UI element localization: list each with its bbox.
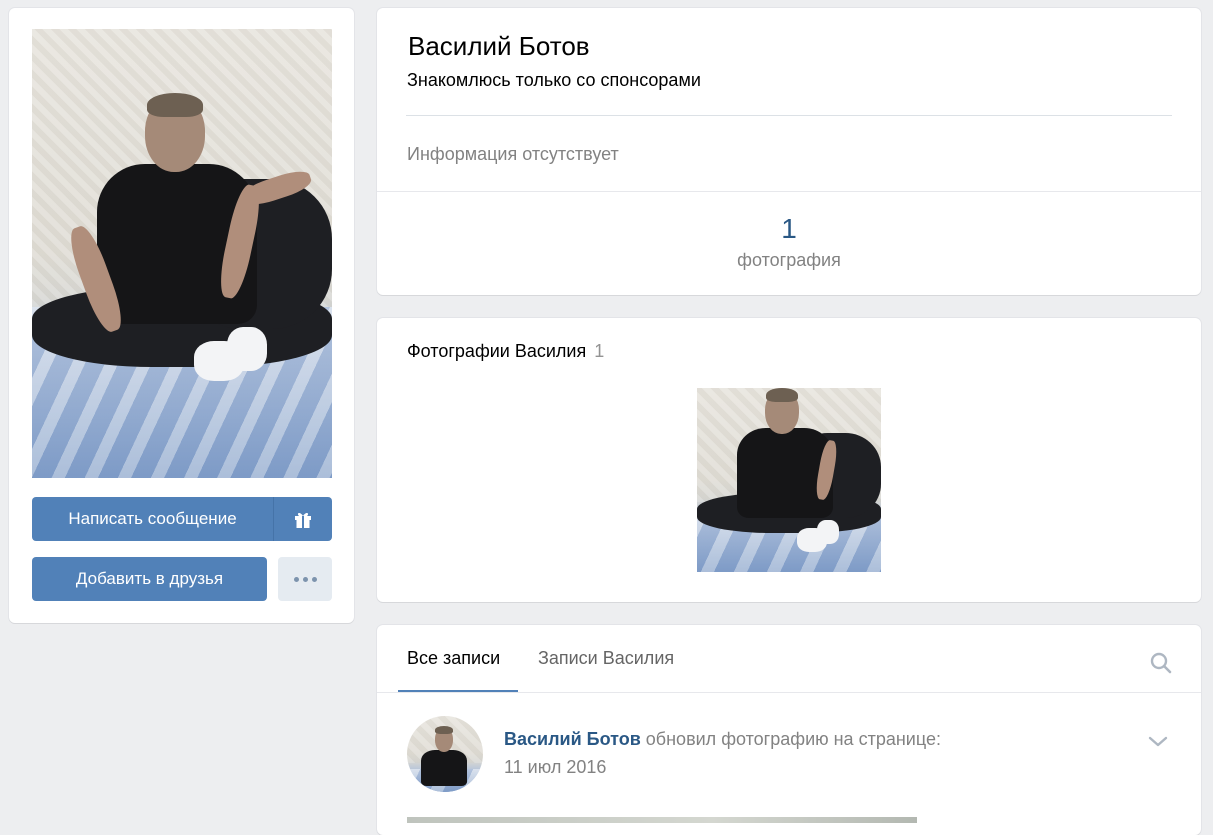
profile-status: Знакомлюсь только со спонсорами <box>407 70 701 90</box>
photos-card: Фотографии Василия 1 <box>377 318 1201 602</box>
divider <box>377 191 1201 192</box>
profile-info-card: Василий Ботов Знакомлюсь только со спонс… <box>377 8 1201 295</box>
more-dots-icon <box>293 576 317 582</box>
tab-all-posts[interactable]: Все записи <box>407 648 500 669</box>
profile-photo[interactable] <box>32 29 332 478</box>
send-message-button[interactable]: Написать сообщение <box>32 497 273 541</box>
more-actions-button[interactable] <box>278 557 332 601</box>
wall-card: Все записи Записи Василия Василий Ботов … <box>377 625 1201 835</box>
tab-owner-posts[interactable]: Записи Василия <box>538 648 674 669</box>
divider <box>406 115 1172 116</box>
photos-counter[interactable]: 1 фотография <box>377 213 1201 275</box>
avatar[interactable] <box>407 716 483 792</box>
send-message-label: Написать сообщение <box>68 509 237 528</box>
profile-info-text: Информация отсутствует <box>407 144 619 164</box>
photos-counter-value: 1 <box>781 213 797 244</box>
post-photo-preview[interactable] <box>407 817 917 823</box>
post-header: Василий Ботов обновил фотографию на стра… <box>504 729 941 750</box>
profile-name: Василий Ботов <box>408 31 590 61</box>
photos-counter-label: фотография <box>737 250 841 270</box>
gift-icon <box>295 512 311 528</box>
photos-title: Фотографии Василия <box>407 341 587 361</box>
post-date[interactable]: 11 июл 2016 <box>504 757 606 778</box>
photos-count: 1 <box>594 341 605 361</box>
photo-thumbnail[interactable] <box>697 388 881 572</box>
add-friend-button[interactable]: Добавить в друзья <box>32 557 267 601</box>
add-friend-label: Добавить в друзья <box>75 569 224 588</box>
chevron-down-icon[interactable] <box>1147 733 1169 749</box>
post-author-link[interactable]: Василий Ботов <box>504 729 641 749</box>
profile-photo-card: Написать сообщение Добавить в друзья <box>9 8 354 623</box>
send-gift-button[interactable] <box>274 497 332 541</box>
post-action-text: обновил фотографию на странице: <box>645 729 941 749</box>
divider <box>377 692 1201 693</box>
photos-header[interactable]: Фотографии Василия 1 <box>407 341 604 362</box>
search-icon[interactable] <box>1149 651 1173 675</box>
